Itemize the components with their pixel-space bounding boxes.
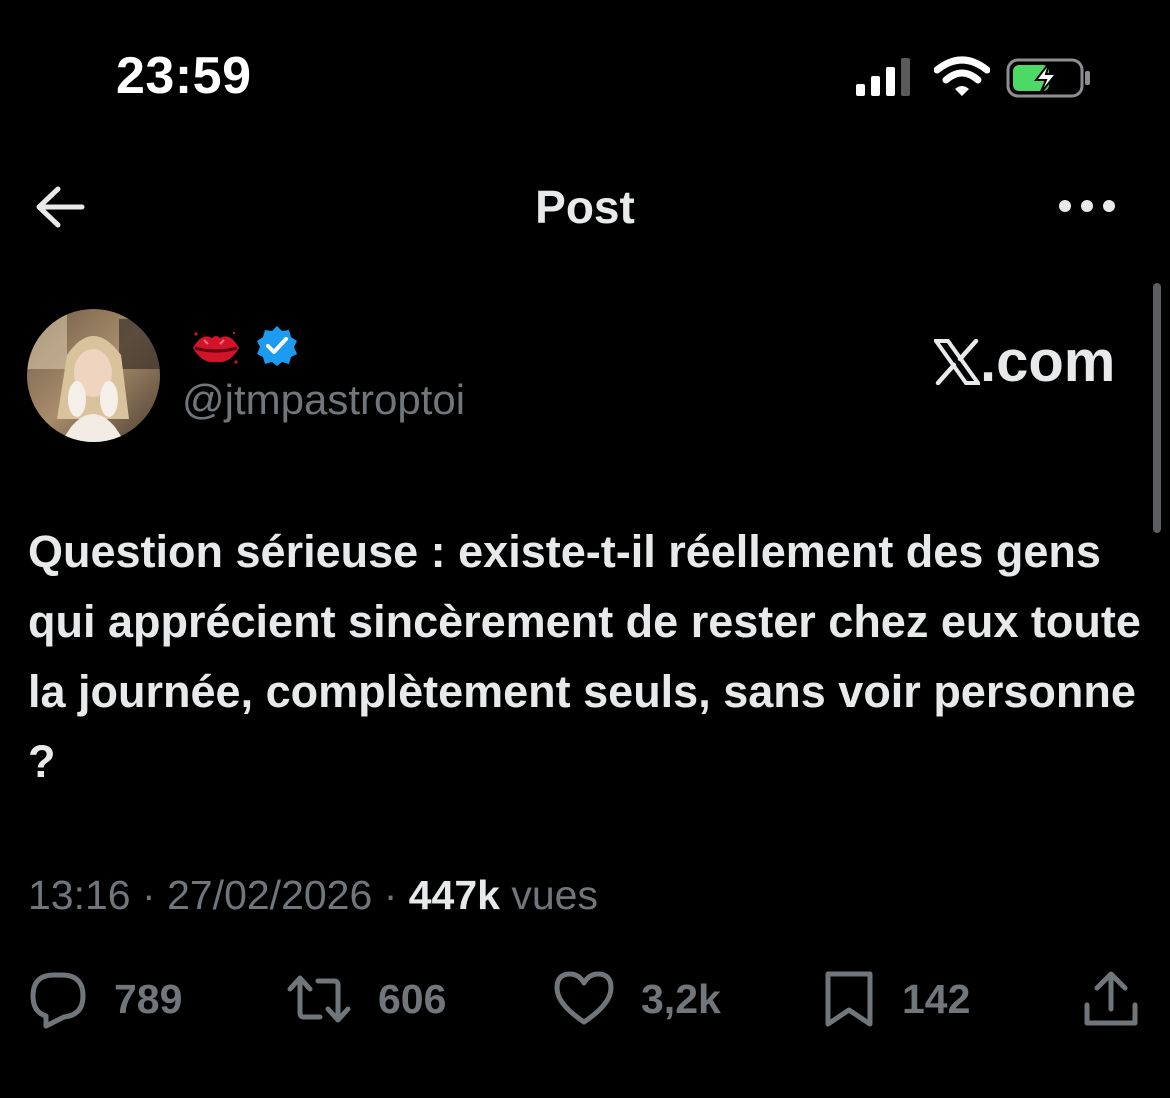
like-count: 3,2k xyxy=(641,975,721,1022)
cellular-signal-icon xyxy=(856,58,910,96)
views-count[interactable]: 447k xyxy=(409,872,500,918)
reply-count: 789 xyxy=(114,975,183,1022)
bookmark-icon xyxy=(825,971,873,1027)
reply-icon xyxy=(30,972,86,1029)
repost-button[interactable]: 606 xyxy=(286,968,446,1030)
x-logo-icon xyxy=(934,339,980,385)
x-watermark: .com xyxy=(934,328,1115,395)
status-bar-time: 23:59 xyxy=(116,47,252,105)
watermark-text: .com xyxy=(980,329,1116,394)
views-label: vues xyxy=(511,872,598,918)
repost-icon xyxy=(287,975,351,1023)
like-button[interactable]: 3,2k xyxy=(553,968,721,1030)
more-options-icon[interactable] xyxy=(1058,196,1116,216)
author-handle[interactable]: @jtmpastroptoi xyxy=(182,376,465,424)
battery-charging-icon xyxy=(1006,58,1090,98)
verified-badge-icon[interactable] xyxy=(256,325,298,367)
bookmark-button[interactable]: 142 xyxy=(822,968,970,1030)
post-meta: 13:16 · 27/02/2026 · 447k vues xyxy=(28,872,598,919)
share-icon xyxy=(1084,971,1138,1026)
reply-button[interactable]: 789 xyxy=(28,968,182,1030)
bookmark-count: 142 xyxy=(902,975,971,1022)
heart-icon xyxy=(554,971,614,1025)
page-title: Post xyxy=(535,181,635,233)
post-text: Question sérieuse : existe-t-il réelleme… xyxy=(28,526,1141,787)
post-time[interactable]: 13:16 xyxy=(28,872,131,918)
share-button[interactable] xyxy=(1082,968,1140,1030)
scrollbar[interactable] xyxy=(1153,283,1161,533)
avatar[interactable] xyxy=(27,309,160,442)
repost-count: 606 xyxy=(378,975,447,1022)
lips-emoji-icon xyxy=(193,331,239,364)
wifi-icon xyxy=(934,56,990,96)
meta-separator: · xyxy=(383,872,398,918)
meta-separator: · xyxy=(142,872,156,918)
post-date[interactable]: 27/02/2026 xyxy=(167,872,372,918)
